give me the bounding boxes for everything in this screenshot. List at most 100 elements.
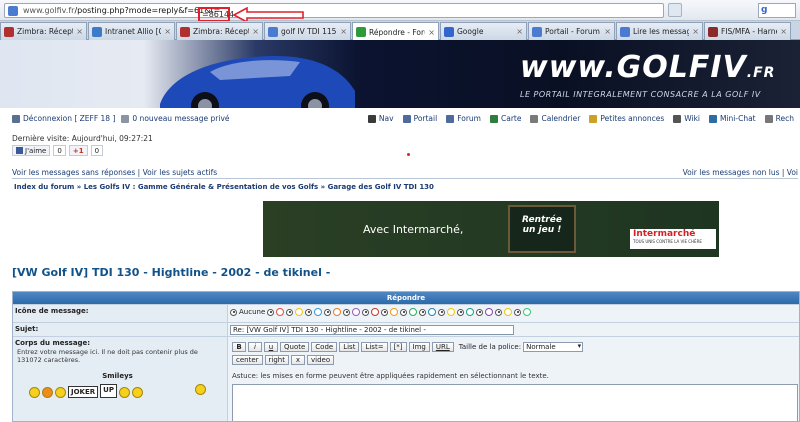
format-button[interactable]: video xyxy=(306,355,335,365)
icon-radio[interactable] xyxy=(495,308,503,316)
browser-tab[interactable]: Intranet Allio [Ge...× xyxy=(88,22,175,40)
browser-tab[interactable]: Portail - Forum V...× xyxy=(528,22,615,40)
subject-input[interactable]: Re: [VW Golf IV] TDI 130 - Hightline - 2… xyxy=(230,325,514,335)
icon-radio[interactable] xyxy=(286,308,294,316)
nav-icon xyxy=(530,114,539,123)
nav-icon xyxy=(673,114,682,123)
divider xyxy=(12,178,798,179)
icon-radio[interactable] xyxy=(514,308,522,316)
close-icon[interactable]: × xyxy=(164,27,171,36)
smiley-up-sign[interactable]: UP xyxy=(100,384,117,398)
nav-item[interactable]: Carte xyxy=(489,114,521,123)
nav-item[interactable]: Rech xyxy=(764,114,794,123)
nav-item[interactable]: Calendrier xyxy=(530,114,580,123)
close-icon[interactable]: × xyxy=(780,27,787,36)
smiley-icon[interactable] xyxy=(118,387,130,398)
tab-favicon-icon xyxy=(708,26,718,37)
breadcrumb[interactable]: Index du forum » Les Golfs IV : Gamme Gé… xyxy=(14,183,434,191)
reload-icon[interactable] xyxy=(668,3,682,17)
icon-radio[interactable] xyxy=(381,308,389,316)
facebook-like-button[interactable]: J'aime xyxy=(12,145,51,156)
gplus-button[interactable]: +1 xyxy=(68,145,88,156)
nav-item[interactable]: Forum xyxy=(446,114,481,123)
post-icon xyxy=(485,308,494,316)
format-button[interactable]: x xyxy=(290,355,305,365)
tab-label: Google xyxy=(457,27,484,36)
icon-radio[interactable] xyxy=(476,308,484,316)
social-buttons: J'aime 0 +1 0 xyxy=(12,145,104,156)
smiley-icon[interactable] xyxy=(195,384,206,395)
browser-tab[interactable]: Zimbra: Réceptio...× xyxy=(176,22,263,40)
search-box[interactable]: g xyxy=(758,3,796,18)
format-button[interactable]: u xyxy=(264,342,278,352)
format-button[interactable]: right xyxy=(264,355,289,365)
icon-radio[interactable] xyxy=(267,308,275,316)
browser-tab[interactable]: Lire les messages...× xyxy=(616,22,703,40)
browser-tab[interactable]: Zimbra: Réceptio...× xyxy=(0,22,87,40)
format-hint: Astuce: les mises en forme peuvent être … xyxy=(232,372,549,380)
forum-nav: Déconnexion [ ZEFF 18 ] 0 nouveau messag… xyxy=(0,112,800,126)
browser-tab[interactable]: Google × xyxy=(440,22,527,40)
browser-tab[interactable]: golf IV TDI 115 d'...× xyxy=(264,22,351,40)
close-icon[interactable]: × xyxy=(604,27,611,36)
format-button[interactable]: [*] xyxy=(389,342,407,352)
icon-none-radio[interactable] xyxy=(230,308,237,316)
site-favicon-icon xyxy=(8,6,18,16)
nav-item[interactable]: Mini-Chat xyxy=(709,114,756,123)
smiley-joker-sign[interactable]: JOKER xyxy=(68,386,99,398)
close-icon[interactable]: × xyxy=(252,27,259,36)
close-icon[interactable]: × xyxy=(76,27,83,36)
smiley-icon[interactable] xyxy=(42,387,53,398)
icon-radio[interactable] xyxy=(457,308,465,316)
icon-radio[interactable] xyxy=(362,308,370,316)
format-button[interactable]: List xyxy=(339,342,360,352)
close-icon[interactable]: × xyxy=(516,27,523,36)
browser-toolbar: www.golfiv.fr/posting.php?mode=reply&f=6… xyxy=(0,0,800,23)
message-textarea[interactable] xyxy=(232,384,798,421)
browser-tab[interactable]: FIS/MFA - Harne...× xyxy=(704,22,791,40)
format-button[interactable]: i xyxy=(248,342,262,352)
icon-radio[interactable] xyxy=(400,308,408,316)
format-button[interactable]: Quote xyxy=(280,342,310,352)
quick-links: Voir les messages sans réponses | Voir l… xyxy=(12,168,798,177)
format-button[interactable]: List= xyxy=(361,342,388,352)
font-size-select[interactable]: Normale xyxy=(523,342,584,352)
format-button[interactable]: center xyxy=(232,355,263,365)
like-count: 0 xyxy=(53,145,66,156)
tab-label: Répondre - Foru... xyxy=(369,27,425,37)
smiley-icon[interactable] xyxy=(55,387,66,398)
icon-radio[interactable] xyxy=(419,308,427,316)
format-button[interactable]: Img xyxy=(408,342,430,352)
tab-label: Zimbra: Réceptio... xyxy=(17,27,73,36)
nav-item[interactable]: Portail xyxy=(402,114,437,123)
unanswered-links[interactable]: Voir les messages sans réponses | Voir l… xyxy=(12,168,217,177)
nav-item[interactable]: Nav xyxy=(367,114,394,123)
nav-item[interactable]: Petites annonces xyxy=(589,114,664,123)
address-bar[interactable]: www.golfiv.fr/posting.php?mode=reply&f=6… xyxy=(4,3,664,23)
format-button[interactable]: URL xyxy=(431,342,454,352)
format-button[interactable]: Code xyxy=(311,342,338,352)
browser-tab[interactable]: Répondre - Foru...× xyxy=(352,22,439,41)
icon-radio[interactable] xyxy=(324,308,332,316)
ad-chalkboard: Rentrée un jeu ! xyxy=(508,205,576,253)
nav-icon xyxy=(446,114,455,123)
pm-link[interactable]: 0 nouveau message privé xyxy=(121,114,230,123)
ad-banner[interactable]: Avec Intermarché, Rentrée un jeu ! Inter… xyxy=(263,201,719,257)
icon-radio[interactable] xyxy=(438,308,446,316)
format-button[interactable]: B xyxy=(232,342,246,352)
unread-links[interactable]: Voir les messages non lus | Voi xyxy=(683,168,798,177)
smiley-icon[interactable] xyxy=(131,387,143,398)
icon-radio[interactable] xyxy=(343,308,351,316)
smiley-icon[interactable] xyxy=(29,387,40,398)
close-icon[interactable]: × xyxy=(692,27,699,36)
body-description: Entrez votre message ici. Il ne doit pas… xyxy=(17,348,198,364)
close-icon[interactable]: × xyxy=(340,27,347,36)
post-icon xyxy=(333,308,342,316)
nav-item[interactable]: Wiki xyxy=(673,114,700,123)
nav-icon xyxy=(367,114,376,123)
envelope-icon xyxy=(121,114,130,123)
close-icon[interactable]: × xyxy=(428,28,435,37)
logout-link[interactable]: Déconnexion [ ZEFF 18 ] xyxy=(12,114,115,123)
topic-title[interactable]: [VW Golf IV] TDI 130 - Hightline - 2002 … xyxy=(12,266,330,279)
icon-radio[interactable] xyxy=(305,308,313,316)
